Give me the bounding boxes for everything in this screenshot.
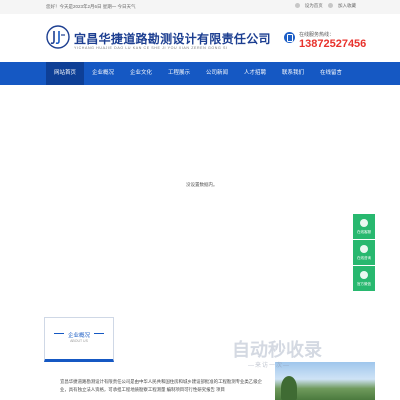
top-links: 设为首页 加入收藏 <box>291 3 356 9</box>
tree-shape <box>281 376 297 400</box>
add-favorite-label: 加入收藏 <box>338 3 356 8</box>
about-heading-box[interactable]: 企业概况 ABOUT US <box>44 317 114 362</box>
wechat-icon <box>360 271 368 279</box>
sidebar-online-service-label: 在线客服 <box>357 230 371 234</box>
nav-item-projects[interactable]: 工程展示 <box>160 62 198 85</box>
sidebar-online-consult-label: 在线咨询 <box>357 256 371 260</box>
add-favorite-link[interactable]: 加入收藏 <box>328 3 356 9</box>
banner-area: 没设置数据内。 <box>0 85 400 285</box>
hotline-label: 在线服务热线： <box>299 32 335 38</box>
company-name: 宜昌华捷道路勘测设计有限责任公司 <box>74 32 271 46</box>
sidebar-wechat-label: 官方微信 <box>357 282 371 286</box>
about-title: 企业概况 <box>67 333 90 339</box>
phone-icon <box>284 32 295 43</box>
floating-sidebar: 在线客服 在线咨询 官方微信 <box>353 214 375 292</box>
nav-item-overview[interactable]: 企业概况 <box>84 62 122 85</box>
nav-item-contact[interactable]: 联系我们 <box>274 62 312 85</box>
main-nav: 网站首页 企业概况 企业文化 工程展示 公司新闻 人才招聘 联系我们 在线留言 <box>0 62 400 85</box>
nav-item-news[interactable]: 公司新闻 <box>198 62 236 85</box>
watermark-subtext: —来访一次— <box>248 363 291 369</box>
sidebar-online-service[interactable]: 在线客服 <box>353 214 375 240</box>
about-description: 宜昌华捷道路勘测设计有限责任公司是由中华人民共和国住房和城乡建设部批准的工程勘测… <box>60 379 262 392</box>
home-icon <box>294 3 300 9</box>
company-pinyin: YICHANG HUAJIE DAO LU KAN CE SHE JI YOU … <box>74 46 228 50</box>
banner-message: 没设置数据内。 <box>186 182 218 187</box>
nav-item-culture[interactable]: 企业文化 <box>122 62 160 85</box>
top-bar: 您好！今天是2023年2月6日 星期一 今日天气 设为首页 加入收藏 <box>0 0 400 15</box>
nav-item-home[interactable]: 网站首页 <box>46 62 84 85</box>
sidebar-online-consult[interactable]: 在线咨询 <box>353 240 375 266</box>
nav-item-message[interactable]: 在线留言 <box>312 62 350 85</box>
star-icon <box>328 3 333 9</box>
chat-icon <box>360 219 368 227</box>
hotline-number: 13872527456 <box>299 38 367 50</box>
headset-icon <box>360 245 368 253</box>
set-home-label: 设为首页 <box>304 3 323 8</box>
about-subtitle: ABOUT US <box>70 339 88 343</box>
company-logo[interactable] <box>46 25 70 49</box>
welcome-text: 您好！今天是2023年2月6日 星期一 今日天气 <box>46 4 136 9</box>
sidebar-wechat[interactable]: 官方微信 <box>353 266 375 292</box>
site-header: 宜昌华捷道路勘测设计有限责任公司 YICHANG HUAJIE DAO LU K… <box>0 14 400 62</box>
nav-item-recruitment[interactable]: 人才招聘 <box>236 62 274 85</box>
watermark-text: 自动秒收录 <box>232 340 322 360</box>
set-home-link[interactable]: 设为首页 <box>294 3 323 9</box>
